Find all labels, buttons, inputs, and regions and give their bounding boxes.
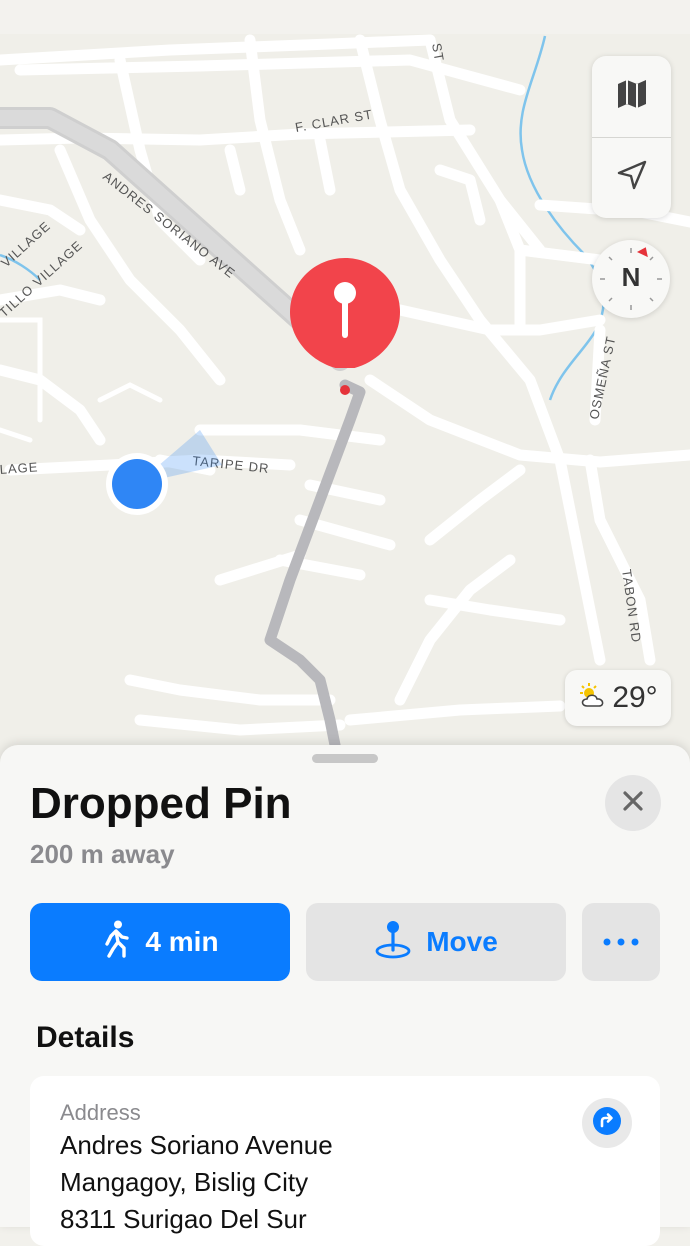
- map-view[interactable]: ANDRES SORIANO AVE F. CLAR ST TARIPE DR …: [0, 0, 690, 776]
- walk-directions-button[interactable]: 4 min: [30, 903, 290, 981]
- walking-icon: [101, 920, 131, 965]
- weather-temperature: 29°: [612, 681, 658, 714]
- address-line-1: Andres Soriano Avenue: [60, 1130, 333, 1160]
- compass[interactable]: N: [592, 240, 670, 318]
- details-heading: Details: [36, 1021, 135, 1054]
- weather-badge[interactable]: 29°: [565, 670, 671, 726]
- current-location-button[interactable]: [592, 137, 671, 218]
- compass-north-label: N: [621, 262, 641, 292]
- map-mode-button[interactable]: [592, 56, 671, 137]
- close-button[interactable]: [605, 775, 661, 831]
- place-distance: 200 m away: [30, 839, 175, 869]
- close-icon: [622, 790, 644, 817]
- location-arrow-icon: [616, 159, 648, 196]
- map-controls: [592, 56, 671, 218]
- ellipsis-icon: [603, 933, 639, 951]
- map-canvas[interactable]: ANDRES SORIANO AVE F. CLAR ST TARIPE DR …: [0, 0, 690, 776]
- address-card[interactable]: Address Andres Soriano Avenue Mangagoy, …: [30, 1076, 660, 1246]
- partly-sunny-icon: [578, 682, 608, 714]
- pin-move-icon: [374, 919, 412, 966]
- sheet-grabber[interactable]: [312, 754, 378, 763]
- pin-ground-dot: [340, 385, 350, 395]
- street-label-st-top: ST: [429, 42, 447, 63]
- move-label: Move: [426, 926, 498, 957]
- map-icon: [615, 77, 649, 116]
- more-button[interactable]: [582, 903, 660, 981]
- address-label: Address: [60, 1100, 141, 1125]
- directions-arrow-icon: [592, 1106, 622, 1141]
- dropped-pin-marker[interactable]: [290, 258, 400, 370]
- walk-time-label: 4 min: [145, 926, 219, 957]
- address-line-3: 8311 Surigao Del Sur: [60, 1204, 307, 1234]
- street-label-lage: LAGE: [0, 459, 39, 477]
- place-title: Dropped Pin: [30, 779, 292, 828]
- address-line-2: Mangagoy, Bislig City: [60, 1167, 309, 1197]
- place-sheet: Dropped Pin 200 m away 4 min Move Detail…: [0, 745, 690, 1246]
- address-directions-button[interactable]: [582, 1098, 632, 1148]
- move-pin-button[interactable]: Move: [306, 903, 566, 981]
